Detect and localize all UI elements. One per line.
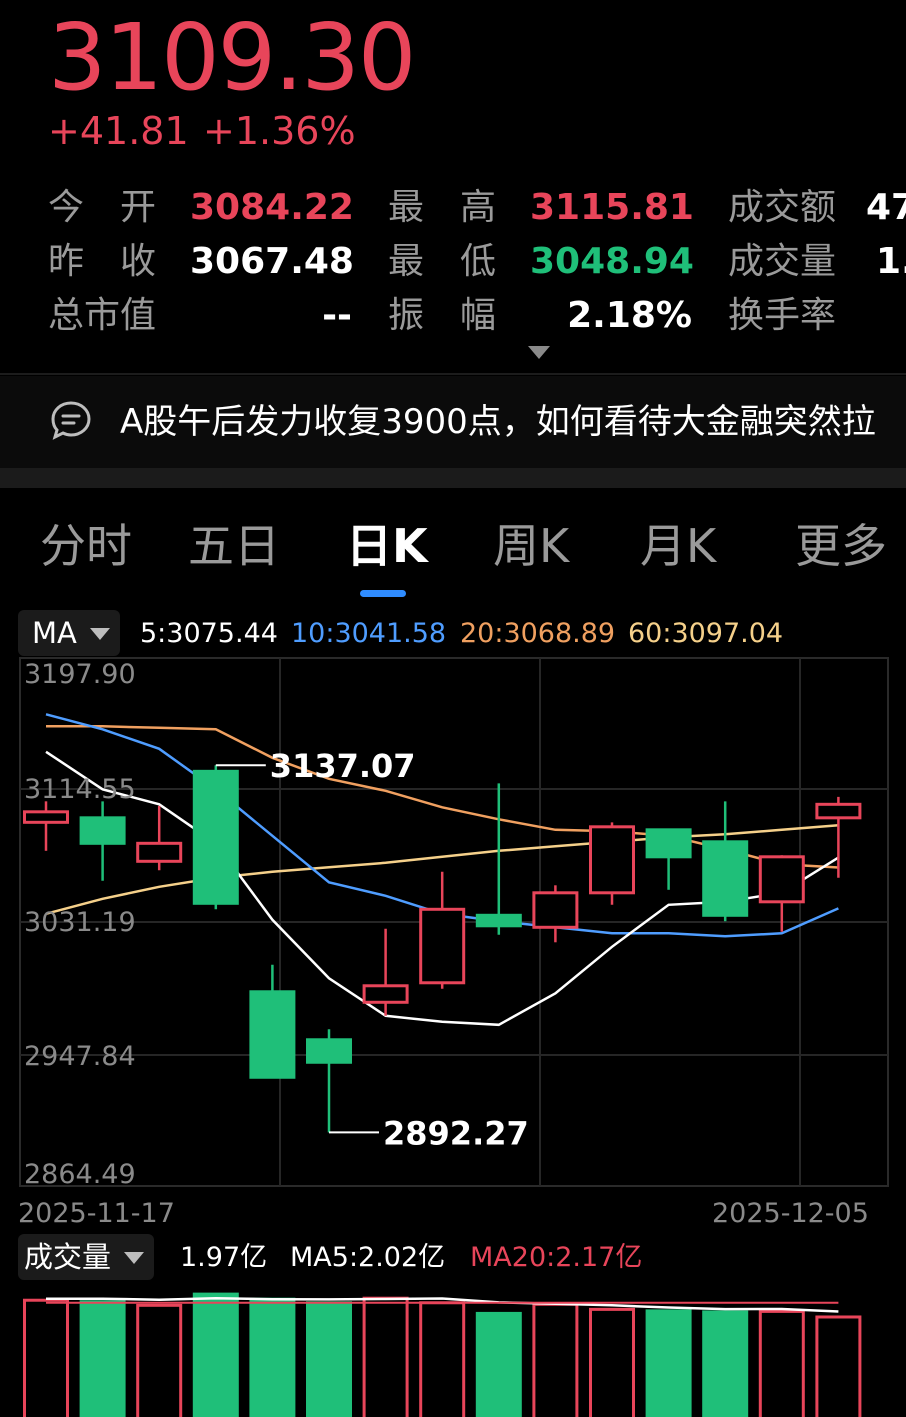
volume-bar	[249, 1297, 296, 1417]
volume-value: 1.	[876, 242, 906, 282]
volume-bar	[23, 1298, 69, 1417]
news-ticker[interactable]: A股午后发力收复3900点，如何看待大金融突然拉	[0, 376, 906, 468]
tab-more[interactable]: 更多	[795, 516, 887, 576]
volume-bar	[419, 1301, 466, 1417]
candle-body	[475, 913, 522, 928]
ma10-value: 10:3041.58	[291, 618, 447, 649]
candle-body	[362, 984, 409, 1004]
low-label: 最 低	[388, 241, 497, 282]
min-price-label: 2892.27	[383, 1114, 529, 1152]
candle-body	[306, 1038, 352, 1064]
chat-bubble-icon	[51, 401, 91, 440]
caret-down-icon[interactable]	[528, 346, 550, 359]
amount-value: 47	[866, 188, 906, 228]
candle-body	[645, 828, 692, 859]
volume-bar	[758, 1309, 805, 1417]
volume-selector-label: 成交量	[24, 1240, 112, 1274]
open-value: 3084.22	[190, 187, 354, 228]
volume-bar	[362, 1296, 409, 1417]
candle-body	[758, 855, 805, 904]
volume-bar	[136, 1303, 183, 1417]
active-tab-indicator	[360, 590, 406, 597]
ma20-value: 20:3068.89	[460, 618, 616, 649]
volume-bar	[645, 1309, 692, 1417]
volume-bar	[815, 1315, 862, 1417]
tab-daily-k[interactable]: 日K	[346, 516, 428, 576]
candle-body	[419, 907, 466, 985]
x-end-date: 2025-12-05	[712, 1198, 869, 1229]
volume-ma20: MA20:2.17亿	[470, 1242, 643, 1273]
ma-selector[interactable]: MA	[18, 610, 120, 656]
candle-body	[136, 841, 183, 863]
volume-chart[interactable]	[0, 1282, 906, 1417]
divider	[0, 373, 906, 375]
x-start-date: 2025-11-17	[18, 1198, 175, 1229]
market-cap-value: --	[322, 295, 352, 336]
prev-close-value: 3067.48	[190, 241, 354, 282]
amount-label: 成交额	[728, 187, 837, 228]
volume-current: 1.97亿	[180, 1242, 268, 1273]
y-tick-3: 3031.19	[24, 907, 136, 938]
y-tick-1: 3197.90	[24, 659, 136, 690]
price-change: +41.81	[48, 109, 189, 153]
candle-body	[815, 802, 862, 820]
section-separator	[0, 468, 906, 488]
volume-label: 成交量	[728, 241, 837, 282]
candlestick-chart[interactable]: 3137.07 2892.27	[0, 656, 906, 1196]
candle-body	[702, 840, 749, 917]
amplitude-label: 振 幅	[388, 295, 497, 336]
candle-body	[79, 816, 126, 845]
dropdown-caret-icon	[90, 628, 110, 640]
high-label: 最 高	[388, 187, 497, 228]
current-price: 3109.30	[48, 4, 416, 111]
volume-bar	[589, 1307, 635, 1417]
y-tick-4: 2947.84	[24, 1041, 136, 1072]
candle-body	[23, 810, 69, 824]
ma60-value: 60:3097.04	[628, 618, 784, 649]
tab-five-day[interactable]: 五日	[188, 516, 280, 576]
y-tick-5: 2864.49	[24, 1159, 136, 1190]
volume-ma5: MA5:2.02亿	[290, 1242, 446, 1273]
high-value: 3115.81	[530, 187, 694, 228]
tab-intraday[interactable]: 分时	[40, 516, 132, 576]
volume-bar	[79, 1300, 126, 1417]
candle-body	[192, 769, 239, 905]
volume-bar	[532, 1302, 579, 1417]
dropdown-caret-icon	[124, 1252, 144, 1264]
volume-bar	[306, 1301, 352, 1417]
amplitude-value: 2.18%	[567, 295, 692, 336]
ma-selector-label: MA	[32, 616, 77, 650]
low-value: 3048.94	[530, 241, 694, 282]
volume-bar	[192, 1292, 239, 1417]
volume-bar	[475, 1311, 522, 1417]
candle-body	[532, 891, 579, 929]
market-cap-label: 总市值	[48, 295, 157, 336]
turnover-label: 换手率	[728, 295, 837, 336]
prev-close-label: 昨 收	[48, 241, 157, 282]
y-tick-2: 3114.55	[24, 774, 136, 805]
candle-body	[589, 825, 635, 895]
candle-body	[249, 990, 296, 1079]
news-headline[interactable]: A股午后发力收复3900点，如何看待大金融突然拉	[120, 400, 876, 444]
tab-monthly-k[interactable]: 月K	[640, 516, 716, 576]
max-price-label: 3137.07	[270, 747, 416, 785]
ma5-value: 5:3075.44	[140, 618, 278, 649]
open-label: 今 开	[48, 187, 157, 228]
volume-selector[interactable]: 成交量	[18, 1234, 154, 1280]
volume-bar	[702, 1310, 749, 1417]
price-change-percent: +1.36%	[203, 109, 356, 153]
tab-weekly-k[interactable]: 周K	[493, 516, 569, 576]
